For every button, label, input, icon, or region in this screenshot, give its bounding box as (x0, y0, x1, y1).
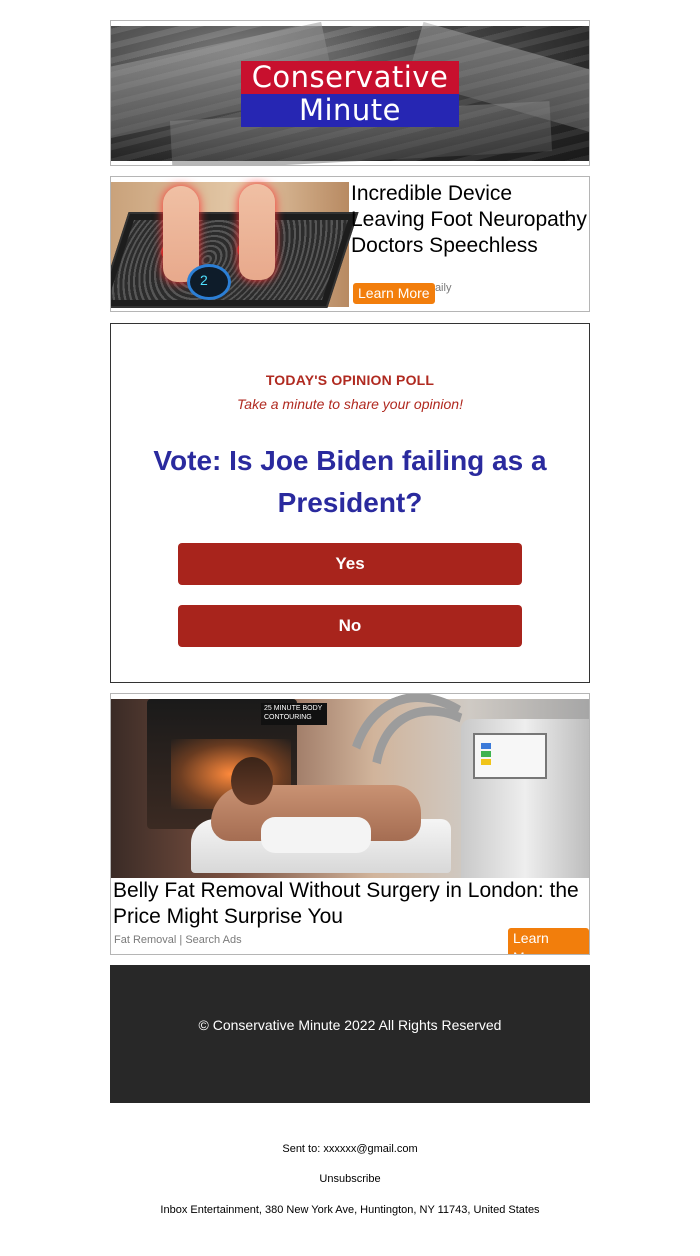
controller-icon: 2 (187, 264, 231, 300)
poll-subtitle: Take a minute to share your opinion! (237, 396, 463, 412)
ad-foot-device[interactable]: 2 Incredible Device Leaving Foot Neuropa… (110, 176, 590, 312)
ad-source: Fat Removal | Search Ads (114, 934, 242, 946)
contouring-sign: 25 MINUTE BODY CONTOURING (261, 703, 327, 725)
logo-line2: Minute (241, 94, 459, 127)
unsubscribe-link[interactable]: Unsubscribe (0, 1173, 700, 1185)
poll-label: TODAY'S OPINION POLL (265, 372, 435, 388)
learn-more-button[interactable]: Learn More (353, 283, 435, 304)
ad-title[interactable]: Incredible Device Leaving Foot Neuropath… (351, 181, 587, 259)
machine-screen (473, 733, 547, 779)
header-banner[interactable]: Conservative Minute (110, 20, 590, 166)
logo-line1: Conservative (241, 61, 459, 94)
opinion-poll: TODAY'S OPINION POLL Take a minute to sh… (110, 323, 590, 683)
copyright-text: © Conservative Minute 2022 All Rights Re… (198, 1017, 502, 1033)
foot-massager-image[interactable]: 2 (111, 182, 359, 308)
vote-no-button[interactable]: No (178, 605, 522, 647)
body-contouring-image[interactable]: 25 MINUTE BODY CONTOURING (111, 694, 589, 954)
newspaper-background-image: Conservative Minute (111, 21, 589, 165)
ad-title[interactable]: Belly Fat Removal Without Surgery in Lon… (113, 878, 583, 930)
vote-yes-button[interactable]: Yes (178, 543, 522, 585)
learn-more-button[interactable]: Learn More (508, 928, 589, 954)
footer: © Conservative Minute 2022 All Rights Re… (110, 965, 590, 1103)
sender-address: Inbox Entertainment, 380 New York Ave, H… (160, 1204, 540, 1216)
ad-belly-fat[interactable]: 25 MINUTE BODY CONTOURING Belly Fat Remo… (110, 693, 590, 955)
poll-question: Vote: Is Joe Biden failing as a Presiden… (153, 445, 547, 518)
sent-to-text: Sent to: xxxxxx@gmail.com (282, 1143, 418, 1155)
